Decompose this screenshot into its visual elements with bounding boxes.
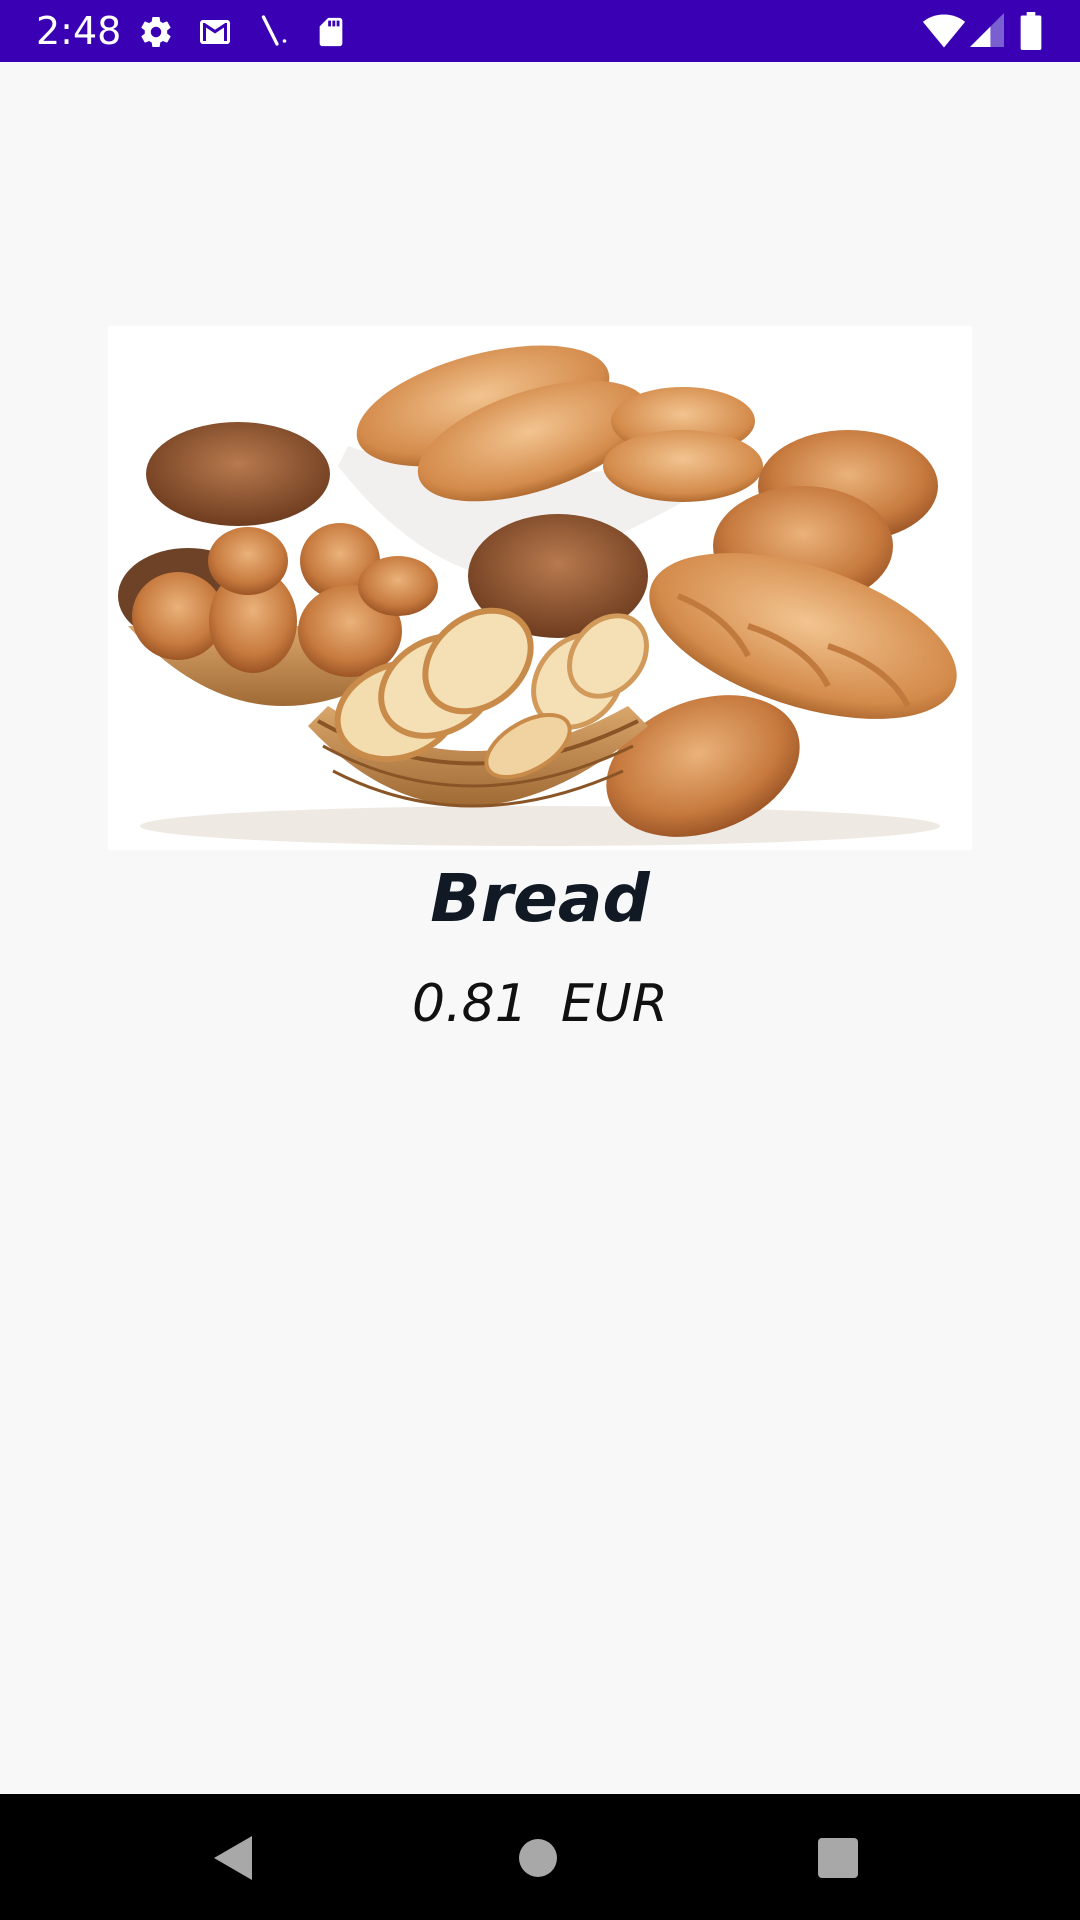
product-image (108, 326, 972, 850)
back-icon[interactable] (212, 1834, 256, 1882)
status-bar: 2:48 (0, 0, 1080, 62)
wifi-icon (922, 14, 966, 48)
navigation-bar (0, 1794, 1080, 1920)
price-value: 0.81 (412, 974, 528, 1034)
price-currency: EUR (560, 974, 668, 1034)
home-icon[interactable] (518, 1838, 558, 1878)
product-name: Bread (430, 860, 650, 937)
status-time: 2:48 (36, 9, 122, 53)
sd-card-icon (319, 17, 343, 47)
product-detail-screen: Bread 0.81 EUR (0, 62, 1080, 1794)
settings-gear-icon (141, 17, 171, 48)
product-price: 0.81 EUR (0, 974, 1080, 1034)
cell-signal-icon (970, 13, 1004, 47)
battery-icon (1020, 12, 1042, 50)
gmail-icon (200, 20, 230, 44)
pen-tool-icon (261, 15, 287, 46)
recents-icon[interactable] (818, 1838, 858, 1878)
